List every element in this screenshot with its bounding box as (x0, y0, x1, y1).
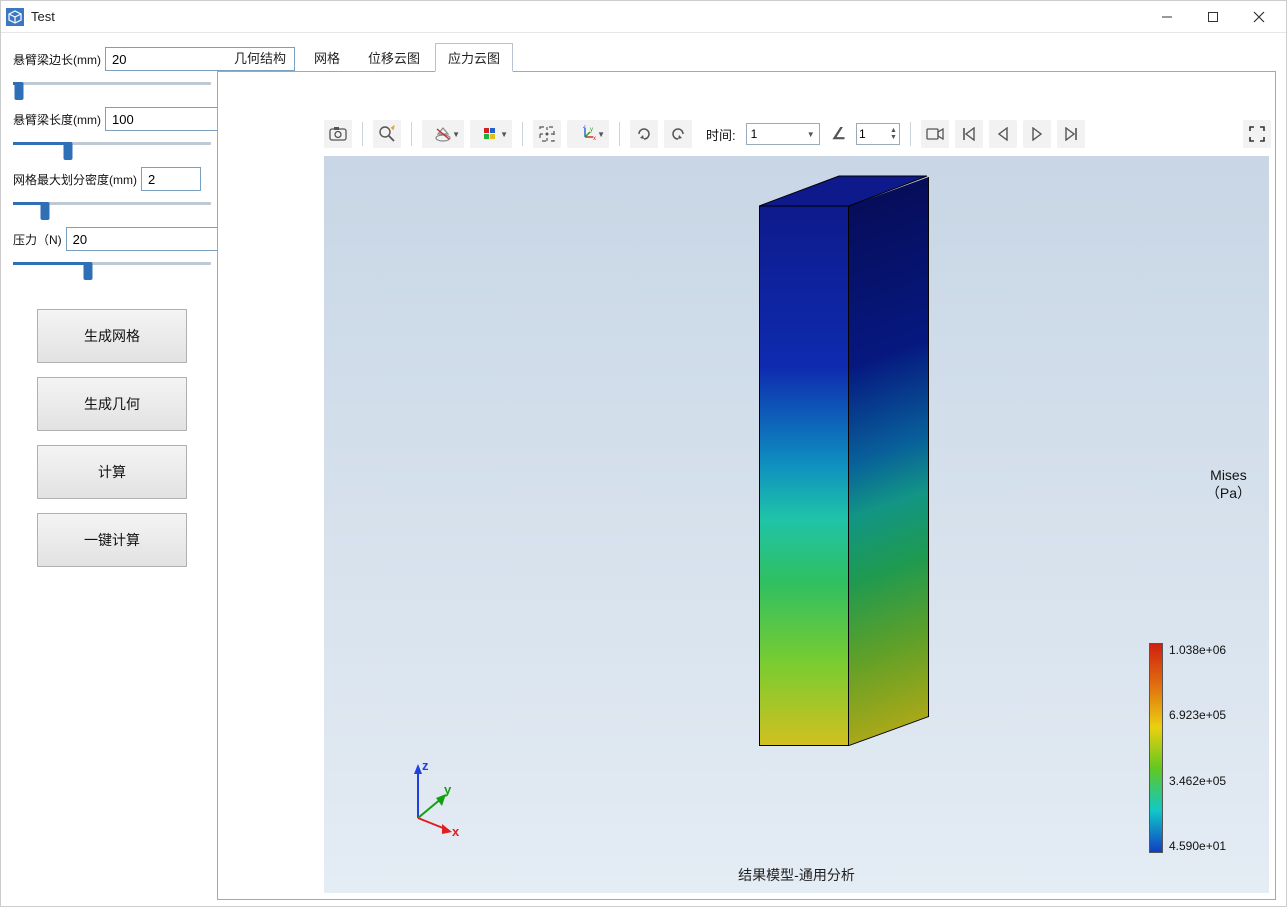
chevron-down-icon: ▼ (890, 134, 897, 141)
last-frame-button[interactable] (1057, 120, 1085, 148)
time-value: 1 (751, 127, 758, 141)
play-button[interactable] (1023, 120, 1051, 148)
fullscreen-button[interactable] (1243, 120, 1271, 148)
mesh-input[interactable] (141, 167, 201, 191)
svg-text:x: x (593, 136, 596, 142)
rotate-cw-button[interactable] (630, 120, 658, 148)
force-label: 压力（N) (13, 231, 62, 248)
viewport-caption: 结果模型-通用分析 (738, 865, 855, 885)
chevron-down-icon: ▼ (452, 130, 460, 139)
legend-value: 1.038e+06 (1169, 643, 1226, 657)
legend-colorbar (1149, 643, 1163, 853)
axes-view-dropdown[interactable]: z xy ▼ (567, 120, 609, 148)
tab-stress[interactable]: 应力云图 (435, 43, 513, 72)
edge-slider[interactable] (13, 75, 211, 91)
svg-text:z: z (422, 758, 429, 773)
separator (411, 122, 412, 146)
main-area: 几何结构 网格 位移云图 应力云图 ▼ ▼ zxy▼ (217, 43, 1280, 900)
minimize-button[interactable] (1144, 1, 1190, 33)
compute-button[interactable]: 计算 (37, 445, 187, 499)
svg-text:x: x (452, 824, 460, 838)
display-mode-dropdown[interactable]: ▼ (422, 120, 464, 148)
legend-value: 4.590e+01 (1169, 839, 1226, 853)
viewer-toolbar: ▼ ▼ zxy▼ 时间: 1▼ ∠ 1▲▼ (218, 116, 1275, 152)
maximize-button[interactable] (1190, 1, 1236, 33)
window-title: Test (31, 9, 1144, 24)
axes-triad: z y x (404, 758, 464, 838)
sidebar: 悬臂梁边长(mm) 悬臂梁长度(mm) 网格最大划分密度(mm) 压力（N) 生… (7, 43, 217, 900)
chevron-up-icon: ▲ (890, 127, 897, 134)
tab-geometry[interactable]: 几何结构 (221, 43, 299, 71)
tab-mesh[interactable]: 网格 (301, 43, 353, 71)
tab-bar: 几何结构 网格 位移云图 应力云图 (217, 43, 1280, 71)
edge-label: 悬臂梁边长(mm) (13, 51, 101, 68)
legend-title: Mises （Pa） (1206, 466, 1251, 502)
svg-text:z: z (583, 125, 586, 130)
legend-value: 3.462e+05 (1169, 774, 1226, 788)
mesh-slider[interactable] (13, 195, 211, 211)
record-button[interactable] (921, 120, 949, 148)
time-select[interactable]: 1▼ (746, 123, 820, 145)
titlebar: Test (1, 1, 1286, 33)
fit-view-button[interactable] (533, 120, 561, 148)
close-button[interactable] (1236, 1, 1282, 33)
chevron-down-icon: ▼ (597, 130, 605, 139)
generate-geometry-button[interactable]: 生成几何 (37, 377, 187, 431)
rotate-ccw-button[interactable] (664, 120, 692, 148)
prev-frame-button[interactable] (989, 120, 1017, 148)
one-click-compute-button[interactable]: 一键计算 (37, 513, 187, 567)
separator (910, 122, 911, 146)
color-legend: 1.038e+06 6.923e+05 3.462e+05 4.590e+01 (1149, 643, 1259, 853)
viewer: ▼ ▼ zxy▼ 时间: 1▼ ∠ 1▲▼ (217, 71, 1276, 900)
chevron-down-icon: ▼ (807, 130, 815, 139)
step-value: 1 (859, 127, 866, 141)
force-slider[interactable] (13, 255, 211, 271)
chevron-down-icon: ▼ (500, 130, 508, 139)
separator (522, 122, 523, 146)
legend-value: 6.923e+05 (1169, 708, 1226, 722)
zoom-button[interactable] (373, 120, 401, 148)
app-icon (5, 7, 25, 27)
first-frame-button[interactable] (955, 120, 983, 148)
screenshot-button[interactable] (324, 120, 352, 148)
length-slider[interactable] (13, 135, 211, 151)
step-stepper[interactable]: 1 ▲▼ (856, 123, 900, 145)
svg-text:y: y (590, 127, 593, 133)
angle-icon: ∠ (832, 124, 846, 144)
mesh-label: 网格最大划分密度(mm) (13, 171, 137, 188)
separator (362, 122, 363, 146)
3d-viewport[interactable]: z y x Mises （Pa） 1.038e+06 6.923e+05 (324, 156, 1269, 893)
beam-model (759, 176, 929, 746)
svg-text:y: y (444, 782, 452, 797)
time-label: 时间: (706, 125, 736, 144)
colormap-dropdown[interactable]: ▼ (470, 120, 512, 148)
generate-mesh-button[interactable]: 生成网格 (37, 309, 187, 363)
length-label: 悬臂梁长度(mm) (13, 111, 101, 128)
legend-title-line2: （Pa） (1206, 484, 1251, 502)
legend-title-line1: Mises (1206, 466, 1251, 484)
tab-displacement[interactable]: 位移云图 (355, 43, 433, 71)
separator (619, 122, 620, 146)
